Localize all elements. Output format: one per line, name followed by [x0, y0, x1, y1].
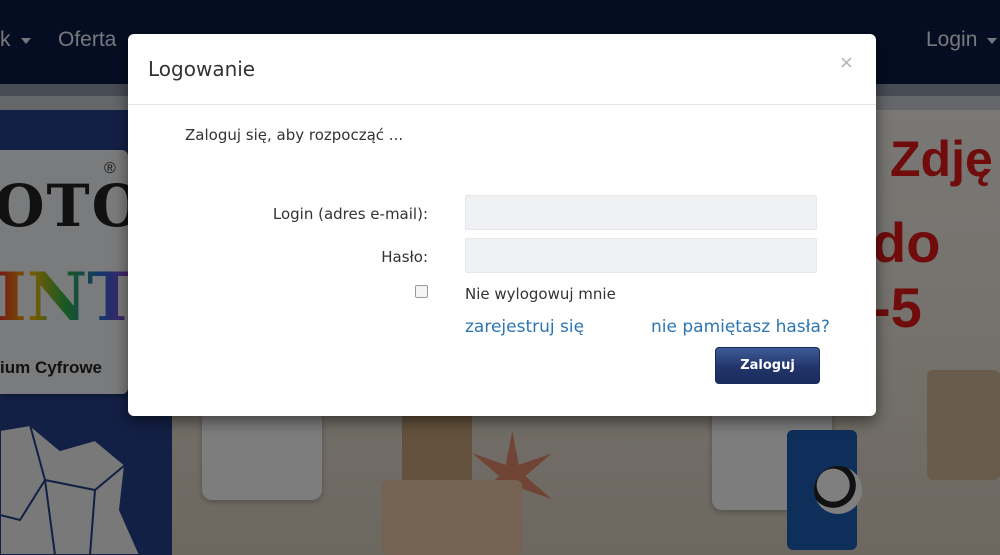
register-link[interactable]: zarejestruj się — [465, 317, 584, 337]
modal-title: Logowanie — [148, 57, 256, 81]
login-email-input[interactable] — [465, 195, 817, 230]
remember-me-checkbox[interactable] — [415, 285, 428, 298]
remember-me-label[interactable]: Nie wylogowuj mnie — [465, 285, 616, 303]
login-submit-button[interactable]: Zaloguj — [715, 347, 820, 384]
modal-header: Logowanie × — [128, 34, 876, 105]
forgot-password-link[interactable]: nie pamiętasz hasła? — [651, 317, 830, 337]
login-modal: Logowanie × Zaloguj się, aby rozpocząć .… — [128, 34, 876, 416]
close-icon[interactable]: × — [840, 50, 853, 76]
login-email-label: Login (adres e-mail): — [272, 205, 428, 223]
login-intro-text: Zaloguj się, aby rozpocząć ... — [185, 126, 404, 144]
password-label: Hasło: — [381, 248, 428, 266]
password-input[interactable] — [465, 238, 817, 273]
